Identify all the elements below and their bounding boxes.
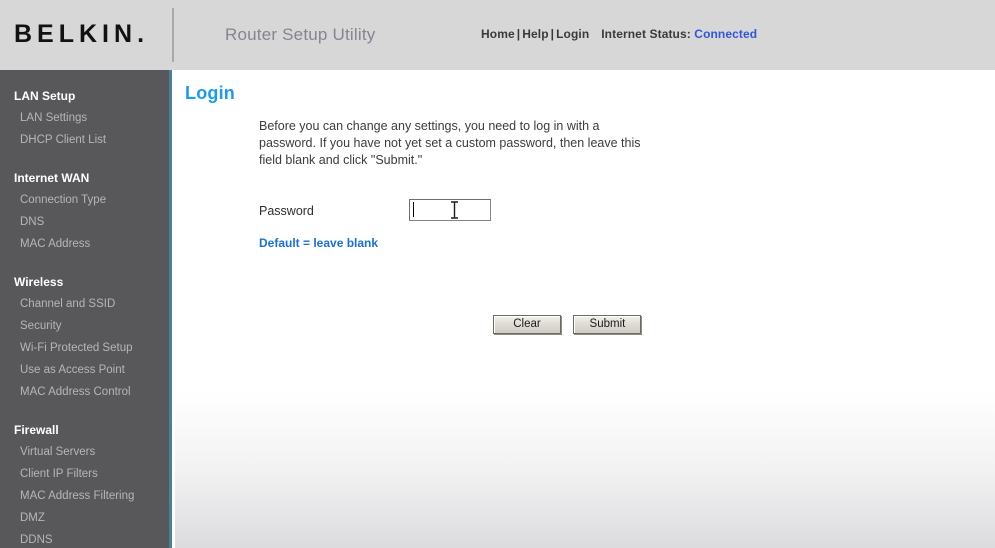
sidebar-item-security[interactable]: Security — [0, 315, 169, 337]
sidebar-item-mac-address-filtering[interactable]: MAC Address Filtering — [0, 485, 169, 507]
password-hint: Default = leave blank — [259, 236, 379, 250]
nav-link-help[interactable]: Help — [522, 27, 548, 41]
page-title: Login — [185, 83, 235, 103]
sidebar-item-dhcp-client-list[interactable]: DHCP Client List — [0, 129, 169, 151]
sidebar-item-client-ip-filters[interactable]: Client IP Filters — [0, 463, 169, 485]
header-nav: Home | Help | Login Internet Status: Connecte… — [481, 27, 757, 41]
clear-button[interactable]: Clear — [493, 315, 561, 334]
password-label: Password — [259, 204, 314, 218]
sidebar-item-dns[interactable]: DNS — [0, 211, 169, 233]
sidebar-group-firewall: Firewall Virtual Servers Client IP Filte… — [0, 420, 169, 548]
sidebar-item-wifi-protected-setup[interactable]: Wi-Fi Protected Setup — [0, 337, 169, 359]
belkin-logo-text: BELKIN — [14, 20, 138, 48]
belkin-logo-dot: . — [137, 20, 145, 48]
text-caret — [413, 202, 414, 217]
nav-link-home[interactable]: Home — [481, 27, 515, 41]
password-field-row: Password — [259, 199, 899, 225]
sidebar-header-wireless: Wireless — [14, 275, 64, 289]
sidebar-item-mac-address-control[interactable]: MAC Address Control — [0, 381, 169, 403]
sidebar-header-lan-setup: LAN Setup — [14, 89, 76, 103]
sidebar-header-firewall: Firewall — [14, 423, 59, 437]
password-input[interactable] — [409, 199, 491, 221]
instructions-line-3: click "Submit." — [343, 153, 423, 167]
sidebar-nav: LAN Setup LAN Settings DHCP Client List … — [0, 70, 172, 548]
sidebar-group-internet-wan: Internet WAN Connection Type DNS MAC Add… — [0, 168, 169, 255]
submit-button[interactable]: Submit — [573, 315, 642, 334]
router-setup-page: BELKIN. Router Setup Utility Home | Help | L… — [0, 0, 995, 548]
sidebar-group-wireless: Wireless Channel and SSID Security Wi-Fi… — [0, 272, 169, 403]
belkin-logo: BELKIN. — [14, 22, 144, 47]
sidebar-item-channel-and-ssid[interactable]: Channel and SSID — [0, 293, 169, 315]
header-divider — [172, 8, 174, 62]
main-content: Login Before you can change any settings… — [175, 70, 995, 548]
sidebar-item-virtual-servers[interactable]: Virtual Servers — [0, 441, 169, 463]
app-title: Router Setup Utility — [225, 25, 376, 44]
sidebar-item-mac-address[interactable]: MAC Address — [0, 233, 169, 255]
sidebar-item-lan-settings[interactable]: LAN Settings — [0, 107, 169, 129]
sidebar-item-ddns[interactable]: DDNS — [0, 529, 169, 548]
sidebar-item-connection-type[interactable]: Connection Type — [0, 189, 169, 211]
sidebar-item-use-as-access-point[interactable]: Use as Access Point — [0, 359, 169, 381]
nav-separator-2: | — [550, 27, 555, 41]
form-button-row: Clear Submit — [493, 314, 642, 334]
sidebar-group-lan-setup: LAN Setup LAN Settings DHCP Client List — [0, 86, 169, 151]
sidebar-header-internet-wan: Internet WAN — [14, 171, 90, 185]
login-instructions: Before you can change any settings, you … — [259, 118, 659, 169]
internet-status-label: Internet Status: — [601, 27, 691, 41]
nav-link-login[interactable]: Login — [556, 27, 589, 41]
login-form: Before you can change any settings, you … — [259, 118, 899, 334]
page-header: BELKIN. Router Setup Utility Home | Help | L… — [0, 0, 995, 70]
internet-status-value: Connected — [694, 27, 758, 41]
instructions-line-2: If you have not yet set a custom passwor… — [259, 136, 641, 167]
sidebar-item-dmz[interactable]: DMZ — [0, 507, 169, 529]
